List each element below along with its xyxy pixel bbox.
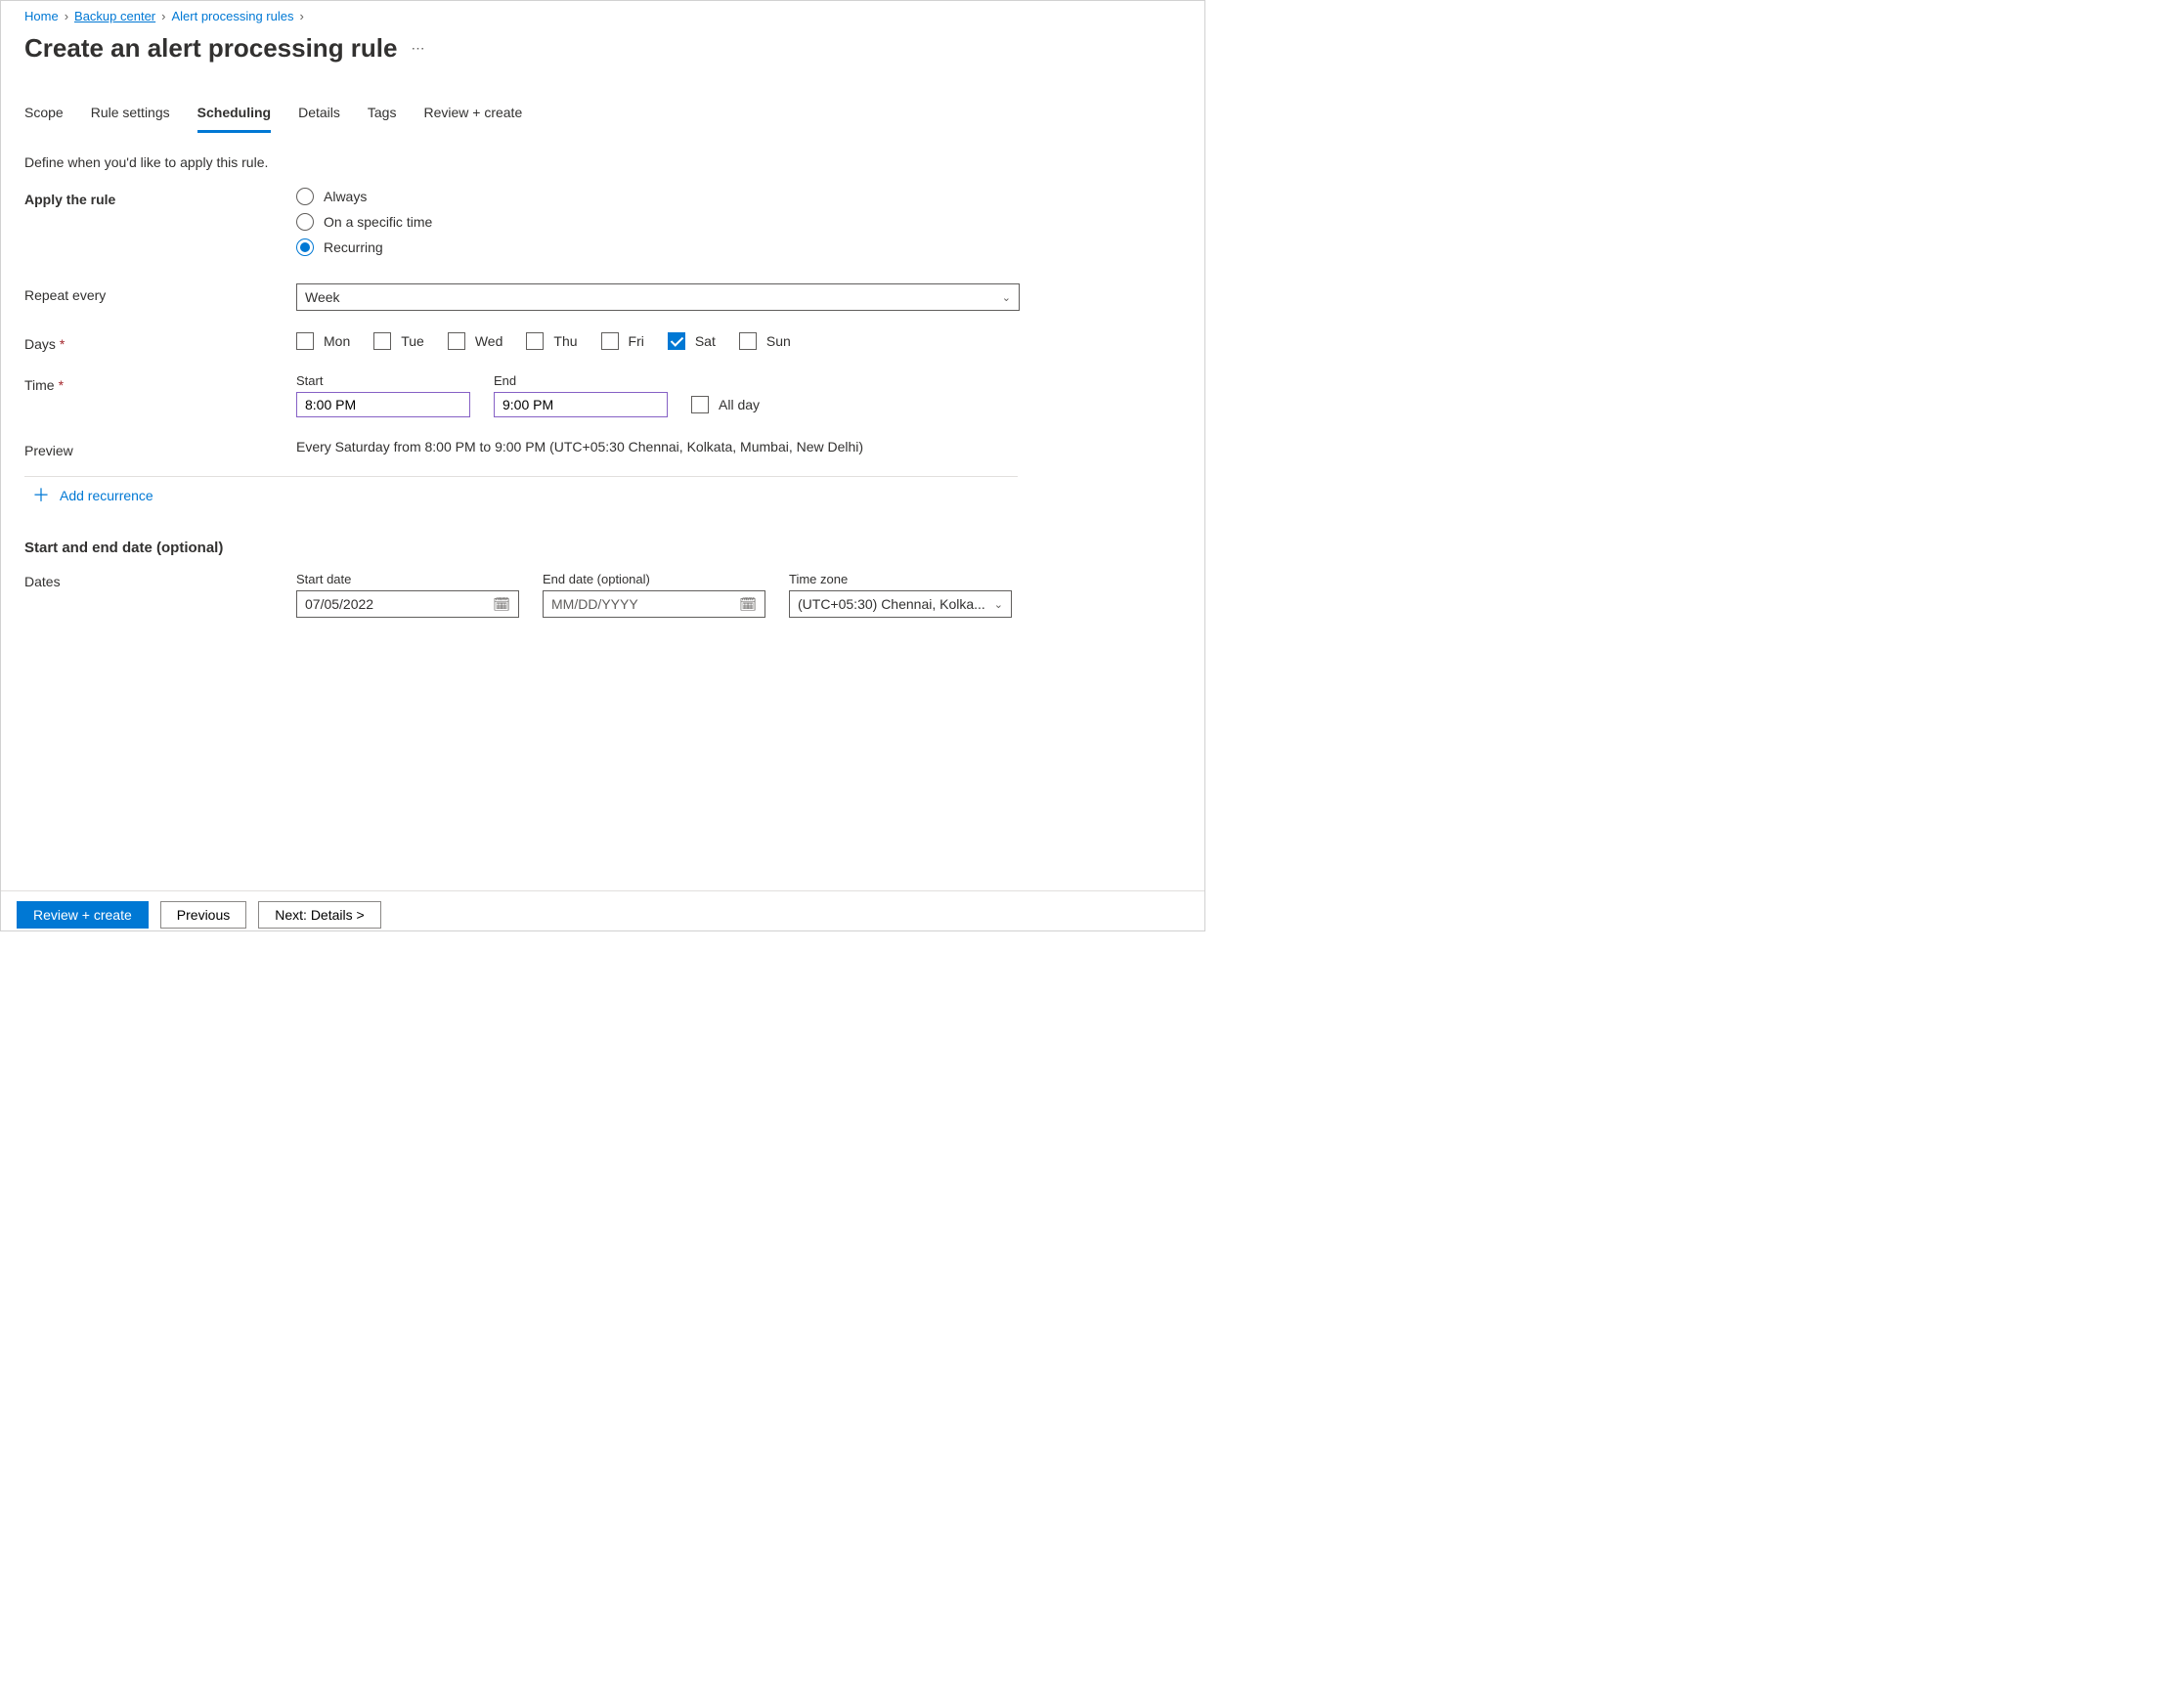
day-thu[interactable]: Thu — [526, 332, 577, 350]
radio-icon — [296, 238, 314, 256]
checkbox-icon — [691, 396, 709, 413]
checkbox-icon — [668, 332, 685, 350]
more-actions-icon[interactable]: ⋯ — [411, 40, 426, 57]
preview-text: Every Saturday from 8:00 PM to 9:00 PM (… — [296, 439, 863, 454]
radio-icon — [296, 213, 314, 231]
label-time: Time* — [24, 373, 296, 393]
radio-label: Always — [324, 189, 367, 204]
tab-rule-settings[interactable]: Rule settings — [91, 105, 170, 133]
chevron-right-icon: › — [299, 9, 303, 23]
end-date-input[interactable]: MM/DD/YYYY 🗓 — [543, 590, 765, 618]
day-tue[interactable]: Tue — [373, 332, 424, 350]
end-time-input[interactable] — [494, 392, 668, 417]
repeat-every-select[interactable]: Week ⌄ — [296, 283, 1020, 311]
label-time-zone: Time zone — [789, 572, 1012, 586]
checkbox-icon — [526, 332, 544, 350]
label-preview: Preview — [24, 439, 296, 458]
checkbox-icon — [373, 332, 391, 350]
radio-recurring[interactable]: Recurring — [296, 238, 1020, 256]
start-date-value: 07/05/2022 — [305, 596, 373, 612]
label-start-date: Start date — [296, 572, 519, 586]
day-wed[interactable]: Wed — [448, 332, 503, 350]
day-sun[interactable]: Sun — [739, 332, 791, 350]
chevron-down-icon: ⌄ — [994, 598, 1003, 611]
day-sat[interactable]: Sat — [668, 332, 716, 350]
footer-bar: Review + create Previous Next: Details > — [1, 890, 1204, 930]
start-time-input[interactable] — [296, 392, 470, 417]
helper-text: Define when you'd like to apply this rul… — [24, 154, 1181, 170]
radio-label: Recurring — [324, 239, 383, 255]
label-apply-rule: Apply the rule — [24, 188, 296, 207]
add-recurrence-button[interactable]: ＋ Add recurrence — [32, 487, 1181, 504]
label-end-date: End date (optional) — [543, 572, 765, 586]
time-zone-value: (UTC+05:30) Chennai, Kolka... — [798, 596, 988, 612]
all-day-checkbox[interactable]: All day — [691, 396, 760, 417]
calendar-icon[interactable]: 🗓 — [739, 596, 757, 613]
calendar-icon[interactable]: 🗓 — [493, 596, 510, 613]
divider — [24, 476, 1018, 477]
label-start-time: Start — [296, 373, 470, 388]
section-start-end-date: Start and end date (optional) — [24, 540, 1181, 556]
chevron-down-icon: ⌄ — [1002, 291, 1011, 304]
chevron-right-icon: › — [65, 9, 68, 23]
tab-tags[interactable]: Tags — [368, 105, 397, 133]
label-days: Days* — [24, 332, 296, 352]
breadcrumb-home[interactable]: Home — [24, 9, 59, 23]
time-zone-select[interactable]: (UTC+05:30) Chennai, Kolka... ⌄ — [789, 590, 1012, 618]
label-dates: Dates — [24, 570, 296, 589]
checkbox-icon — [739, 332, 757, 350]
chevron-right-icon: › — [161, 9, 165, 23]
radio-label: On a specific time — [324, 214, 432, 230]
breadcrumb-alert-processing-rules[interactable]: Alert processing rules — [171, 9, 293, 23]
review-create-button[interactable]: Review + create — [17, 901, 149, 929]
all-day-label: All day — [719, 397, 760, 412]
previous-button[interactable]: Previous — [160, 901, 246, 929]
page-title: Create an alert processing rule — [24, 33, 397, 64]
label-end-time: End — [494, 373, 668, 388]
end-date-placeholder: MM/DD/YYYY — [551, 596, 638, 612]
plus-icon: ＋ — [32, 487, 50, 504]
day-fri[interactable]: Fri — [601, 332, 644, 350]
tab-review-create[interactable]: Review + create — [423, 105, 522, 133]
checkbox-icon — [601, 332, 619, 350]
tab-scheduling[interactable]: Scheduling — [197, 105, 271, 133]
start-date-input[interactable]: 07/05/2022 🗓 — [296, 590, 519, 618]
next-details-button[interactable]: Next: Details > — [258, 901, 380, 929]
select-value: Week — [305, 289, 340, 305]
radio-always[interactable]: Always — [296, 188, 1020, 205]
tab-scope[interactable]: Scope — [24, 105, 64, 133]
radio-specific-time[interactable]: On a specific time — [296, 213, 1020, 231]
radio-icon — [296, 188, 314, 205]
tab-bar: Scope Rule settings Scheduling Details T… — [24, 105, 1181, 133]
breadcrumb-backup-center[interactable]: Backup center — [74, 9, 155, 23]
label-repeat-every: Repeat every — [24, 283, 296, 303]
checkbox-icon — [448, 332, 465, 350]
add-recurrence-label: Add recurrence — [60, 488, 153, 503]
day-mon[interactable]: Mon — [296, 332, 350, 350]
tab-details[interactable]: Details — [298, 105, 340, 133]
breadcrumb: Home › Backup center › Alert processing … — [24, 7, 1181, 23]
checkbox-icon — [296, 332, 314, 350]
